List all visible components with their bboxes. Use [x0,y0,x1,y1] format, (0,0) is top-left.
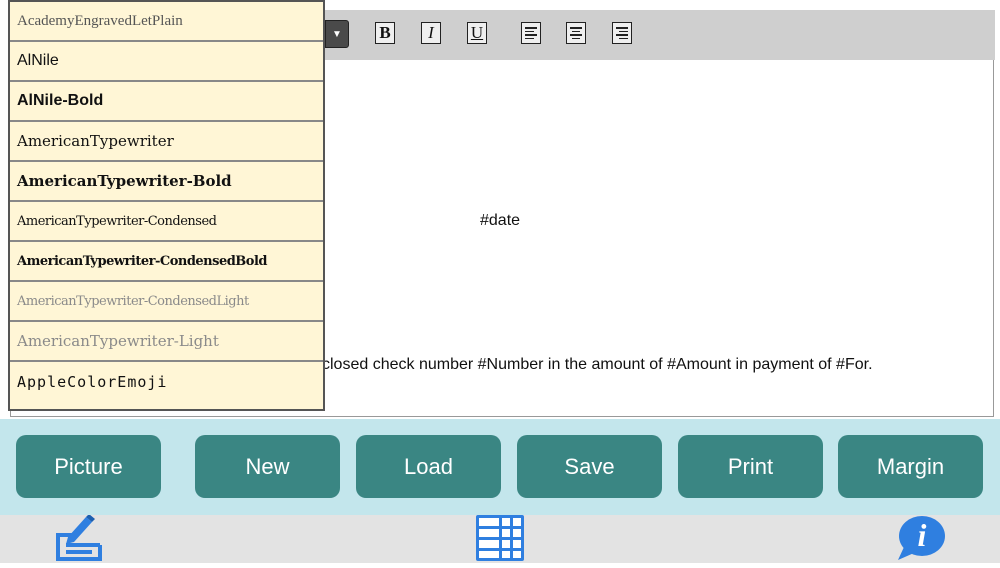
italic-button[interactable]: I [421,22,441,44]
bold-button[interactable]: B [375,22,395,44]
edit-form-icon[interactable] [52,514,104,563]
font-dropdown-toggle[interactable]: ▼ [325,20,349,48]
calculator-icon[interactable] [476,515,524,561]
picture-button[interactable]: Picture [16,435,161,498]
underline-button[interactable]: U [467,22,487,44]
font-dropdown-list: AcademyEngravedLetPlain AlNile AlNile-Bo… [8,0,325,411]
font-option[interactable]: AmericanTypewriter-CondensedBold [10,242,323,282]
font-option[interactable]: AmericanTypewriter-Light [10,322,323,362]
align-center-icon[interactable] [566,22,586,44]
load-button[interactable]: Load [356,435,501,498]
font-option[interactable]: AppleColorEmoji [10,362,323,402]
save-button[interactable]: Save [517,435,662,498]
margin-button[interactable]: Margin [838,435,983,498]
align-left-icon[interactable] [521,22,541,44]
align-right-icon[interactable] [612,22,632,44]
font-option[interactable]: AmericanTypewriter-Condensed [10,202,323,242]
print-button[interactable]: Print [678,435,823,498]
font-option[interactable]: AmericanTypewriter [10,122,323,162]
bottom-tab-bar: i [0,514,1000,563]
info-glyph: i [917,517,927,553]
action-button-bar: Picture New Load Save Print Margin [0,419,1000,515]
info-icon[interactable]: i [896,515,946,561]
letter-body-text[interactable]: closed check number #Number in the amoun… [322,356,873,374]
new-button[interactable]: New [195,435,340,498]
font-option[interactable]: AlNile [10,42,323,82]
font-option[interactable]: AcademyEngravedLetPlain [10,2,323,42]
font-option[interactable]: AmericanTypewriter-Bold [10,162,323,202]
date-placeholder[interactable]: #date [480,212,520,230]
font-option[interactable]: AlNile-Bold [10,82,323,122]
font-option[interactable]: AmericanTypewriter-CondensedLight [10,282,323,322]
